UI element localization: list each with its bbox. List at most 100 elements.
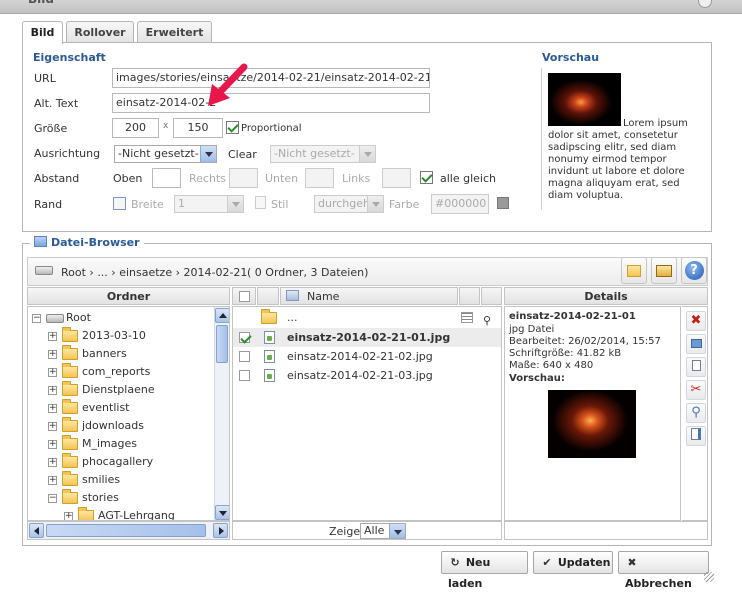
tree-vertical-scrollbar[interactable] (214, 307, 229, 520)
tree-item[interactable]: + M_images (28, 435, 214, 453)
browser-icon (34, 236, 47, 247)
new-folder-button[interactable] (621, 257, 647, 284)
hscroll-thumb[interactable] (46, 524, 206, 537)
name-header[interactable]: Name (280, 287, 458, 305)
tab-erweitert[interactable]: Erweitert (137, 21, 212, 43)
drive-icon (35, 266, 53, 275)
expand-icon[interactable]: + (48, 350, 57, 359)
tree-item[interactable]: + com_reports (28, 363, 214, 381)
size-header (459, 287, 480, 305)
tree-item-label: Root (66, 311, 91, 324)
all-equal-label: alle gleich (440, 172, 496, 185)
name-header-text: Name (307, 290, 340, 303)
file-count: ( 0 Ordner, 3 Dateien) (247, 266, 369, 279)
url-input[interactable]: images/stories/einsaetze/2014-02-21/eins… (112, 68, 430, 88)
tree-item[interactable]: + phocagallery (28, 453, 214, 471)
spacing-bottom-input[interactable] (305, 168, 334, 188)
collapse-icon[interactable]: − (32, 314, 41, 323)
tab-bild[interactable]: Bild (22, 21, 63, 44)
cut-button[interactable]: ✂ (686, 380, 706, 400)
scroll-up-icon[interactable] (215, 308, 229, 323)
file-row[interactable]: einsatz-2014-02-21-01.jpg (233, 328, 501, 347)
chevron-down-icon (389, 524, 405, 538)
delete-button[interactable]: ✖ (686, 311, 706, 331)
expand-icon[interactable]: + (48, 440, 57, 449)
annotation-arrow-icon (208, 63, 248, 106)
select-all-checkbox[interactable] (239, 291, 250, 302)
tree-item[interactable]: − Root (28, 309, 214, 327)
insert-icon (691, 428, 701, 440)
expand-icon[interactable]: + (48, 386, 57, 395)
height-input[interactable]: 150 (173, 118, 223, 138)
file-checkbox[interactable] (239, 332, 250, 343)
expand-icon[interactable]: + (48, 422, 57, 431)
tree-horizontal-scrollbar[interactable] (27, 521, 230, 540)
tree-item-label: AGT-Lehrgang (98, 509, 175, 521)
reload-button[interactable]: ↻ Neu laden (441, 551, 528, 590)
proportional-checkbox[interactable] (226, 121, 239, 134)
tree-item[interactable]: + Dienstplaene (28, 381, 214, 399)
spacing-left-input[interactable] (382, 168, 411, 188)
border-checkbox[interactable] (113, 197, 126, 210)
copy-button[interactable] (686, 357, 706, 377)
file-row[interactable]: einsatz-2014-02-21-02.jpg (233, 347, 501, 366)
cancel-label: Abbrechen (625, 577, 692, 590)
spacing-top-input[interactable] (152, 168, 181, 188)
drive-icon (46, 314, 64, 323)
tree-item[interactable]: + eventlist (28, 399, 214, 417)
help-button[interactable]: ? (681, 257, 707, 284)
tree-item[interactable]: + smilies (28, 471, 214, 489)
proportional-label: Proportional (241, 123, 302, 134)
border-style-select[interactable]: durchgeh (314, 195, 384, 213)
details-header: Details (504, 287, 708, 305)
file-checkbox[interactable] (239, 351, 250, 362)
update-button[interactable]: ✔ Updaten (533, 551, 613, 574)
expand-icon[interactable]: + (48, 476, 57, 485)
expand-icon[interactable]: + (64, 512, 73, 520)
file-checkbox[interactable] (239, 370, 250, 381)
sort-icon (286, 290, 299, 301)
upload-button[interactable] (651, 257, 677, 284)
tree-item[interactable]: + jdownloads (28, 417, 214, 435)
spacing-right-input[interactable] (229, 168, 258, 188)
resize-grip-icon[interactable] (704, 572, 714, 582)
tree-item[interactable]: − stories (28, 489, 214, 507)
collapse-icon[interactable]: − (48, 494, 57, 503)
scroll-down-icon[interactable] (215, 505, 229, 520)
type-header (257, 287, 279, 305)
copy-icon (691, 360, 701, 371)
zoom-button[interactable]: ⚲ (686, 403, 706, 423)
expand-icon[interactable]: + (48, 332, 57, 341)
tree-item[interactable]: + banners (28, 345, 214, 363)
breadcrumb[interactable]: Root › ... › einsaetze › 2014-02-21 (61, 266, 247, 279)
scroll-thumb[interactable] (216, 325, 228, 363)
insert-button[interactable] (686, 426, 706, 446)
alt-text-label: Alt. Text (34, 97, 79, 110)
expand-icon[interactable]: + (48, 458, 57, 467)
date-header (481, 287, 502, 305)
filter-select[interactable]: Alle (360, 523, 406, 539)
file-row[interactable]: einsatz-2014-02-21-03.jpg (233, 366, 501, 385)
list-view-icon[interactable] (461, 312, 473, 323)
expand-icon[interactable]: + (48, 404, 57, 413)
cancel-button[interactable]: ✖ Abbrechen (618, 551, 709, 590)
border-width-select[interactable]: 1 (174, 195, 244, 213)
close-icon[interactable] (698, 0, 712, 8)
alt-text-input[interactable]: einsatz-2014-02-2 (112, 93, 430, 113)
scroll-right-icon[interactable] (213, 523, 228, 538)
border-color-input[interactable]: #000000 (431, 194, 489, 214)
file-name: einsatz-2014-02-21-02.jpg (287, 350, 433, 363)
tree-item[interactable]: + AGT-Lehrgang (28, 507, 214, 521)
align-select[interactable]: -Nicht gesetzt- (114, 145, 217, 163)
move-button[interactable] (686, 334, 706, 354)
all-equal-checkbox[interactable] (420, 171, 433, 184)
clear-select[interactable]: -Nicht gesetzt- (270, 145, 376, 163)
tab-rollover[interactable]: Rollover (66, 21, 134, 43)
scroll-left-icon[interactable] (29, 523, 44, 538)
color-picker-icon[interactable] (497, 197, 509, 209)
expand-icon[interactable]: + (48, 368, 57, 377)
folder-up-row[interactable]: ... ⚲ (233, 308, 501, 327)
tree-item[interactable]: +2013-03-10 (28, 327, 214, 345)
width-input[interactable]: 200 (112, 118, 159, 138)
align-select-value: -Nicht gesetzt- (118, 147, 199, 160)
